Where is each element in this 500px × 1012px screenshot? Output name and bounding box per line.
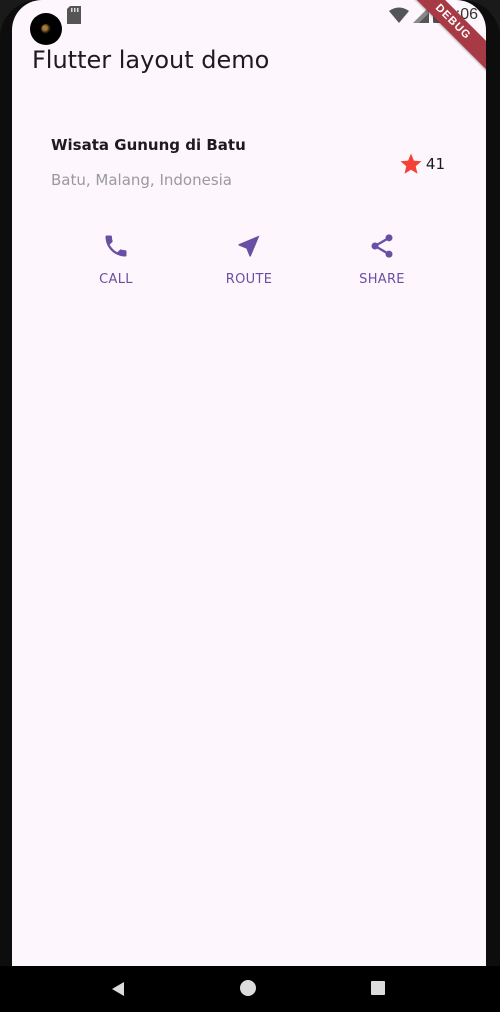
route-button[interactable]: ROUTE	[183, 226, 315, 296]
action-button-row: CALL ROUTE SHARE	[50, 226, 448, 296]
system-nav-bar	[0, 966, 500, 1012]
call-button[interactable]: CALL	[50, 226, 182, 296]
back-icon[interactable]	[110, 981, 126, 997]
camera-lens-icon	[41, 24, 51, 34]
phone-frame: 2:06 DEBUG Flutter layout demo Wisata Gu…	[0, 0, 500, 1012]
share-button[interactable]: SHARE	[316, 226, 448, 296]
call-label: CALL	[99, 272, 133, 287]
rating: 41	[399, 152, 445, 176]
status-bar: 2:06	[12, 0, 486, 45]
wifi-icon	[388, 7, 409, 23]
recents-icon[interactable]	[371, 981, 385, 995]
share-icon	[371, 234, 393, 258]
place-location: Batu, Malang, Indonesia	[51, 171, 233, 189]
place-name: Wisata Gunung di Batu	[51, 136, 246, 154]
rating-count: 41	[425, 155, 445, 173]
front-camera	[30, 13, 62, 45]
home-icon[interactable]	[240, 980, 256, 996]
share-label: SHARE	[359, 272, 405, 287]
call-icon	[105, 235, 127, 257]
star-icon	[400, 153, 422, 174]
sd-card-icon	[67, 6, 81, 24]
title-section: Wisata Gunung di Batu Batu, Malang, Indo…	[51, 130, 451, 200]
navigation-icon	[238, 235, 260, 257]
app-bar-title: Flutter layout demo	[32, 46, 270, 74]
route-label: ROUTE	[225, 272, 273, 287]
app-screen: 2:06 DEBUG Flutter layout demo Wisata Gu…	[12, 0, 486, 966]
